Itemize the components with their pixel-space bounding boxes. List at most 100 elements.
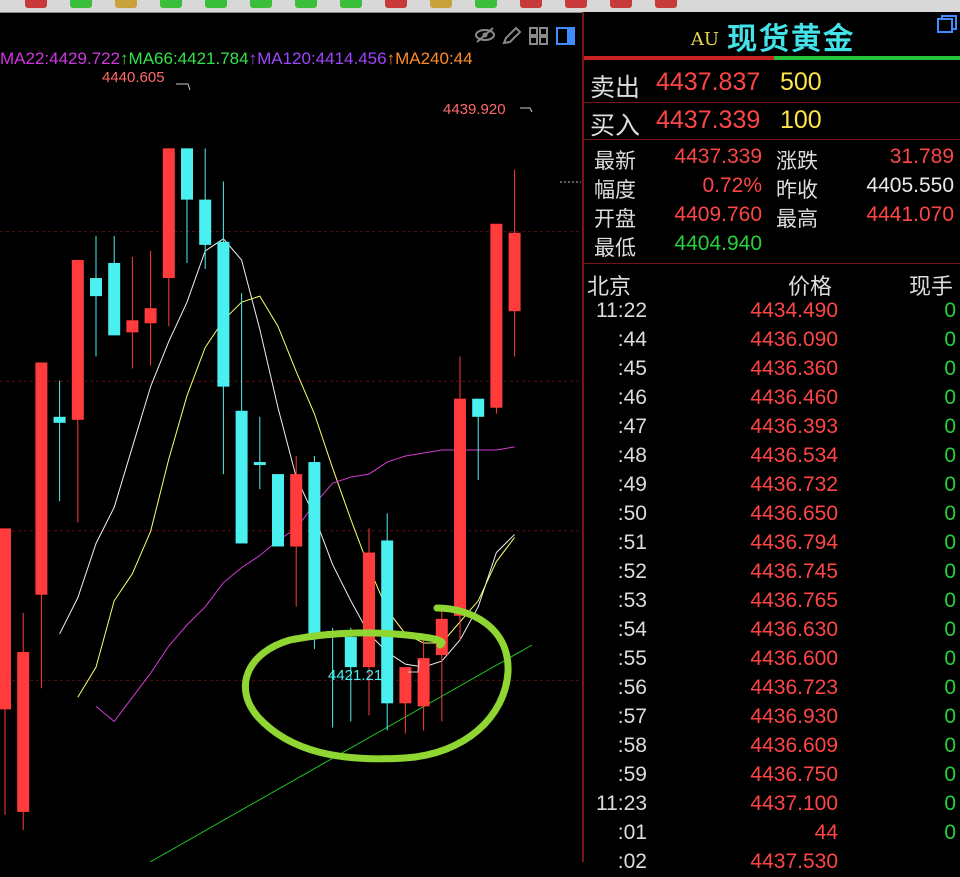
buy-volume: 100: [780, 106, 822, 134]
tick-time: :54: [617, 618, 647, 641]
toolbar-button[interactable]: [250, 0, 272, 8]
tick-price: 4436.393: [750, 415, 838, 438]
tick-row[interactable]: :47 4436.393 0: [584, 413, 960, 442]
tick-row[interactable]: :59 4436.750 0: [584, 761, 960, 790]
ma-legend-item: ↑MA240:44: [386, 49, 473, 68]
tick-row[interactable]: :01 44 0: [584, 819, 960, 848]
tick-row[interactable]: :55 4436.600 0: [584, 645, 960, 674]
tick-row[interactable]: :46 4436.460 0: [584, 384, 960, 413]
tick-row[interactable]: 11:23 4437.100 0: [584, 790, 960, 819]
tick-price: 4436.650: [750, 502, 838, 525]
buy-price: 4437.339: [656, 106, 761, 134]
toolbar-button[interactable]: [610, 0, 632, 8]
buy-row[interactable]: 买入 4437.339 100: [584, 103, 960, 140]
toolbar-button[interactable]: [340, 0, 362, 8]
tick-price: 4436.534: [750, 444, 838, 467]
tick-row[interactable]: :50 4436.650 0: [584, 500, 960, 529]
tick-row[interactable]: :52 4436.745 0: [584, 558, 960, 587]
tick-price: 4436.460: [750, 386, 838, 409]
candle-body: [272, 474, 284, 547]
candlestick-chart[interactable]: 4440.605 4439.920 4421.218 MA22:4429.722↑M…: [0, 12, 581, 862]
toolbar-button[interactable]: [520, 0, 542, 8]
candle-body: [290, 474, 303, 547]
sell-price: 4437.837: [656, 68, 761, 96]
tick-volume: 0: [944, 473, 956, 496]
stat-value: 0.72%: [702, 174, 762, 197]
candle-body: [399, 667, 412, 704]
tick-volume: 0: [944, 705, 956, 728]
tick-row[interactable]: :02 4437.530: [584, 848, 960, 877]
tick-time: :59: [617, 763, 647, 786]
ma-legend: MA22:4429.722↑MA66:4421.784↑MA120:4414.4…: [0, 49, 473, 71]
stat-value: 4437.339: [674, 145, 762, 168]
sell-volume: 500: [780, 68, 822, 96]
candle-body: [126, 320, 139, 333]
tick-volume: 0: [944, 676, 956, 699]
stat-value: 4405.550: [866, 174, 954, 197]
tick-volume: 0: [944, 444, 956, 467]
sell-row[interactable]: 卖出 4437.837 500: [584, 65, 960, 102]
candle-body: [0, 528, 11, 710]
window-restore-icon[interactable]: [936, 14, 958, 39]
tick-row[interactable]: :53 4436.765 0: [584, 587, 960, 616]
tick-time: :55: [617, 647, 647, 670]
tick-row[interactable]: :51 4436.794 0: [584, 529, 960, 558]
instrument-name: 现货黄金: [727, 22, 856, 57]
tick-time: :57: [617, 705, 647, 728]
tick-row[interactable]: :49 4436.732 0: [584, 471, 960, 500]
tick-time: :49: [617, 473, 647, 496]
toolbar-button[interactable]: [565, 0, 587, 8]
toolbar-button[interactable]: [385, 0, 407, 8]
stat-value: 31.789: [889, 145, 954, 168]
stat-value: 4404.940: [674, 232, 762, 255]
toolbar-button[interactable]: [205, 0, 227, 8]
tick-row[interactable]: :45 4436.360 0: [584, 355, 960, 384]
tick-time: :47: [617, 415, 647, 438]
toolbar-button[interactable]: [115, 0, 137, 8]
candle-body: [454, 398, 466, 616]
toolbar-button[interactable]: [25, 0, 47, 8]
tick-row[interactable]: :54 4436.630 0: [584, 616, 960, 645]
divider: [584, 139, 960, 140]
toolbar-button[interactable]: [475, 0, 497, 8]
tick-row[interactable]: :58 4436.609 0: [584, 732, 960, 761]
tick-time: :53: [617, 589, 647, 612]
tick-price: 4436.090: [750, 328, 838, 351]
tick-volume: 0: [944, 821, 956, 844]
tick-price: 4436.360: [750, 357, 838, 380]
toolbar-button[interactable]: [430, 0, 452, 8]
tick-price: 4436.609: [750, 734, 838, 757]
tick-volume: 0: [944, 560, 956, 583]
tick-row[interactable]: :44 4436.090 0: [584, 326, 960, 355]
title-underline-green: [774, 56, 960, 60]
candle-body: [162, 148, 175, 279]
candle-body: [508, 232, 521, 312]
tick-row[interactable]: :56 4436.723 0: [584, 674, 960, 703]
tick-time: :52: [617, 560, 647, 583]
toolbar-button[interactable]: [655, 0, 677, 8]
tick-price: 4436.600: [750, 647, 838, 670]
candle-body: [17, 652, 30, 812]
tick-price: 44: [814, 821, 838, 844]
stat-label: 最低: [594, 237, 636, 260]
candle-body: [144, 308, 157, 324]
ma-legend-item: ↑MA66:4421.784: [120, 49, 249, 68]
candle-body: [199, 199, 212, 245]
stat-label: 昨收: [776, 179, 818, 202]
tick-price: 4436.765: [750, 589, 838, 612]
tick-volume: 0: [944, 386, 956, 409]
tick-time: :51: [617, 531, 647, 554]
toolbar-button[interactable]: [70, 0, 92, 8]
stat-label: 最新: [594, 150, 636, 173]
candle-body: [181, 148, 193, 200]
tick-price: 4436.750: [750, 763, 838, 786]
tick-row[interactable]: :48 4436.534 0: [584, 442, 960, 471]
candle-body: [417, 658, 430, 707]
toolbar-button[interactable]: [295, 0, 317, 8]
chart-canvas: 4440.605 4439.920 4421.218: [0, 69, 581, 862]
tick-row[interactable]: 11:22 4434.490 0: [584, 297, 960, 326]
tick-volume: 0: [944, 328, 956, 351]
toolbar-button[interactable]: [160, 0, 182, 8]
tick-price: 4436.630: [750, 618, 838, 641]
tick-row[interactable]: :57 4436.930 0: [584, 703, 960, 732]
